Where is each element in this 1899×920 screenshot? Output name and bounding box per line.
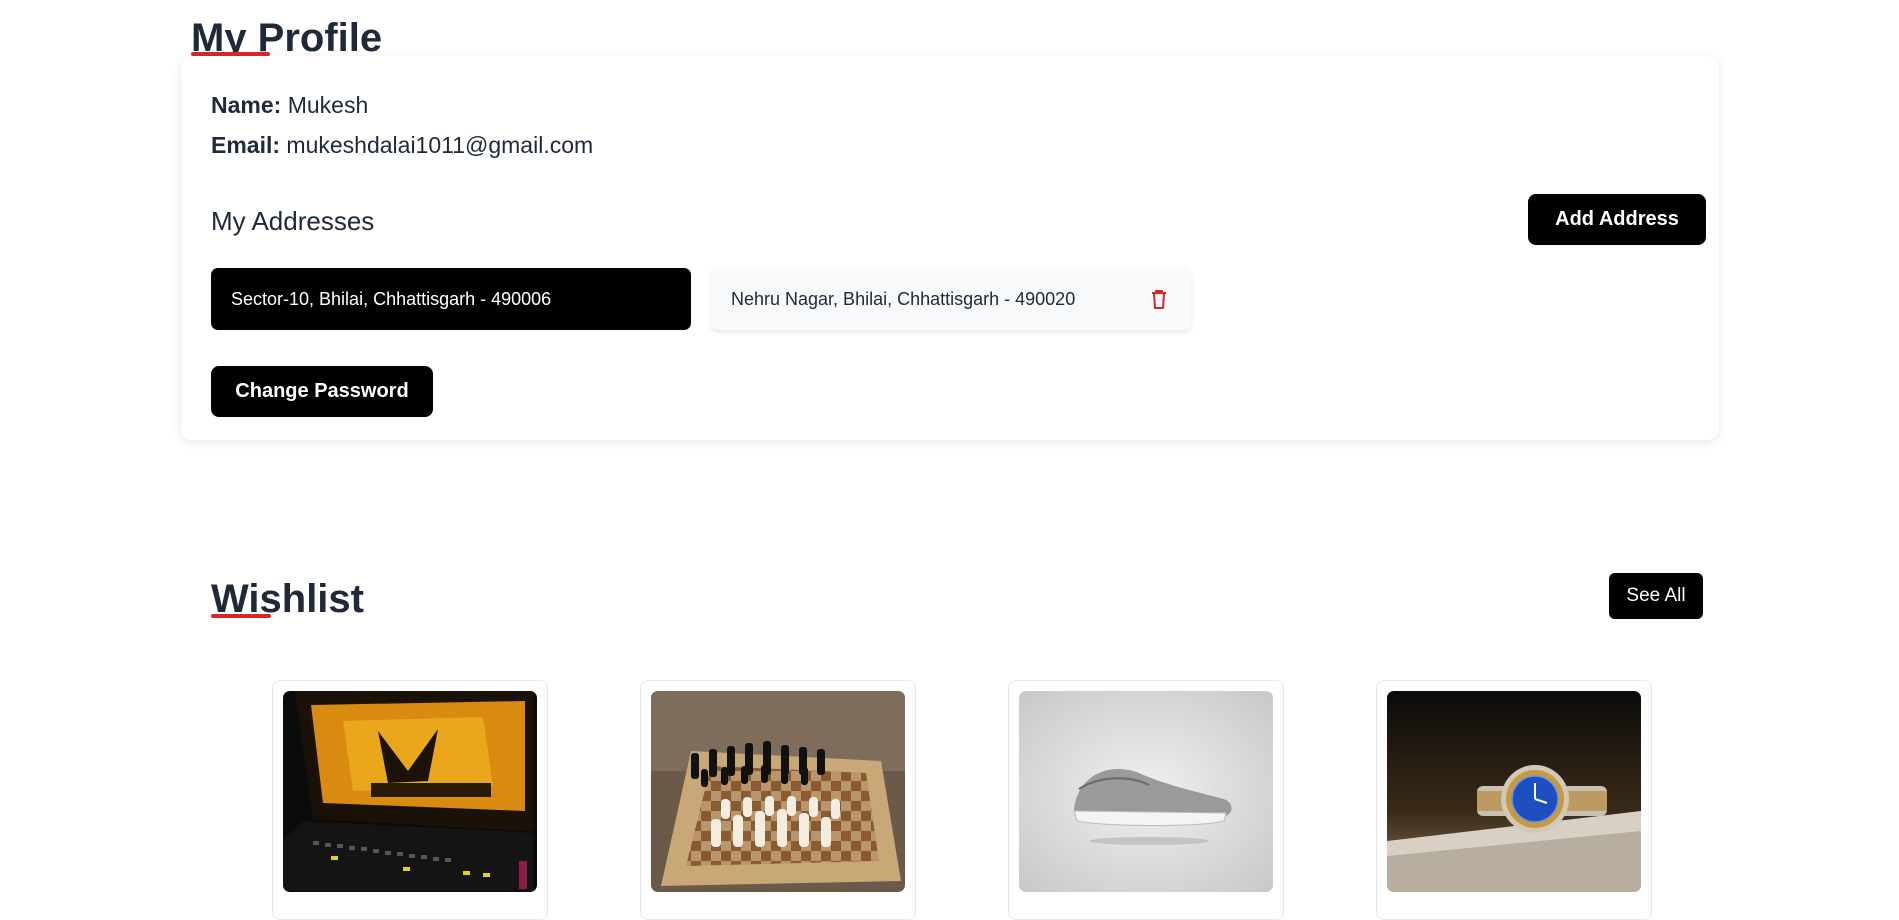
profile-card: Name: Mukesh Email: mukeshdalai1011@gmai… [181, 56, 1719, 440]
name-label: Name: [211, 92, 282, 118]
sneaker-image[interactable] [1019, 691, 1273, 892]
trash-icon[interactable] [1149, 288, 1169, 310]
see-all-button[interactable]: See All [1609, 573, 1703, 619]
email-label: Email: [211, 132, 281, 158]
email-value: mukeshdalai1011@gmail.com [286, 132, 594, 158]
add-address-button[interactable]: Add Address [1528, 194, 1706, 245]
gaming-laptop-image[interactable] [283, 691, 537, 892]
wrist-watch-image[interactable] [1387, 691, 1641, 892]
address-card[interactable]: Nehru Nagar, Bhilai, Chhattisgarh - 4900… [711, 268, 1191, 330]
address-text: Sector-10, Bhilai, Chhattisgarh - 490006 [231, 288, 552, 309]
chess-board-image[interactable] [651, 691, 905, 892]
product-card[interactable] [1008, 680, 1284, 920]
address-card-selected[interactable]: Sector-10, Bhilai, Chhattisgarh - 490006 [211, 268, 691, 330]
wishlist-underline [211, 614, 271, 618]
product-card[interactable] [640, 680, 916, 920]
change-password-button[interactable]: Change Password [211, 366, 433, 417]
name-value: Mukesh [287, 92, 369, 118]
name-row: Name: Mukesh [211, 90, 368, 120]
product-card[interactable] [272, 680, 548, 920]
product-card[interactable] [1376, 680, 1652, 920]
email-row: Email: mukeshdalai1011@gmail.com [211, 130, 593, 160]
addresses-heading: My Addresses [211, 206, 375, 236]
address-text: Nehru Nagar, Bhilai, Chhattisgarh - 4900… [731, 288, 1076, 309]
